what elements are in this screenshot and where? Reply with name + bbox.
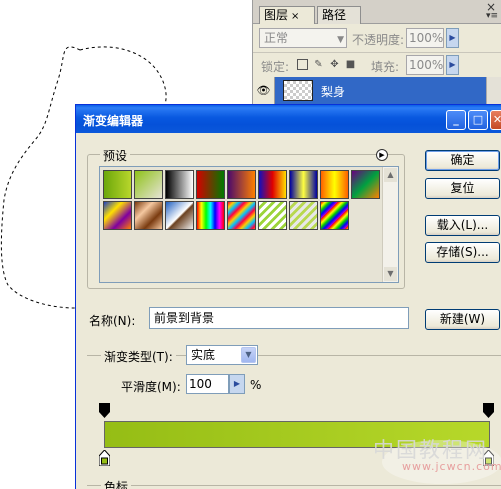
- layers-scrollbar[interactable]: [486, 77, 501, 104]
- blend-mode-value: 正常: [264, 31, 289, 45]
- preset-swatch-violet-orange[interactable]: [227, 170, 256, 199]
- gradient-type-select[interactable]: 实底 ▼: [186, 345, 258, 365]
- preset-swatch-chrome[interactable]: [165, 201, 194, 230]
- presets-swatch-list[interactable]: ▲ ▼: [99, 166, 399, 283]
- tab-paths[interactable]: 路径: [317, 6, 361, 24]
- lock-brush-icon[interactable]: ✎: [313, 59, 324, 70]
- watermark-url: www.jcwcn.com: [402, 460, 501, 473]
- fill-field[interactable]: 100%: [406, 55, 444, 75]
- fill-slider-arrow-icon[interactable]: ▶: [446, 55, 459, 75]
- scroll-down-icon[interactable]: ▼: [384, 267, 397, 281]
- lock-label: 锁定:: [261, 60, 290, 74]
- color-stop-left[interactable]: [99, 450, 110, 466]
- preset-swatch-transparent-rainbow[interactable]: [227, 201, 256, 230]
- chevron-down-icon[interactable]: ▼: [241, 347, 256, 363]
- opacity-label: 不透明度:: [352, 33, 405, 47]
- preset-swatch-spectrum[interactable]: [196, 201, 225, 230]
- preset-swatch-green-transparent[interactable]: [134, 170, 163, 199]
- preset-swatch-transparent-stripes[interactable]: [258, 201, 287, 230]
- preset-swatch-violet-green-orange[interactable]: [351, 170, 380, 199]
- preset-swatch-black-white[interactable]: [165, 170, 194, 199]
- preset-swatch-blue-yellow-blue[interactable]: [289, 170, 318, 199]
- lock-all-icon[interactable]: ■: [345, 59, 356, 70]
- lock-transparency-icon[interactable]: [297, 59, 308, 70]
- maximize-button[interactable]: □: [468, 110, 488, 130]
- preset-swatch-copper[interactable]: [134, 201, 163, 230]
- load-button[interactable]: 载入(L)...: [425, 215, 500, 236]
- preset-swatch-blue-red-yellow[interactable]: [258, 170, 287, 199]
- close-button[interactable]: ✕: [490, 110, 501, 130]
- preset-swatch-orange-yellow-orange[interactable]: [320, 170, 349, 199]
- tab-layers-label: 图层: [264, 8, 289, 22]
- chevron-down-icon: ▼: [337, 35, 344, 45]
- preset-swatch-red-green[interactable]: [196, 170, 225, 199]
- smoothness-field[interactable]: 100: [186, 374, 229, 394]
- save-button[interactable]: 存储(S)...: [425, 242, 500, 263]
- layers-panel-tabbar: 图层 × 路径 × ▾≡: [253, 0, 501, 24]
- opacity-field[interactable]: 100%: [406, 28, 444, 48]
- gradient-type-label: 渐变类型(T):: [101, 348, 176, 365]
- gradient-type-value: 实底: [191, 348, 216, 362]
- layer-row[interactable]: 👁 梨身: [253, 77, 501, 104]
- blend-mode-select[interactable]: 正常 ▼: [259, 28, 347, 48]
- preset-swatch-rainbow-stripes[interactable]: [320, 201, 349, 230]
- tab-layers[interactable]: 图层 ×: [259, 6, 315, 24]
- eye-icon[interactable]: 👁: [253, 77, 275, 104]
- reset-button[interactable]: 复位: [425, 178, 500, 199]
- opacity-stop-right[interactable]: [483, 403, 494, 418]
- presets-label: 预设: [100, 147, 131, 164]
- smoothness-label: 平滑度(M):: [121, 380, 181, 394]
- fill-label: 填充:: [371, 60, 400, 74]
- layers-panel: 图层 × 路径 × ▾≡ 正常 ▼ 不透明度: 100% ▶ 锁定: ✎ ✥ ■ 填…: [252, 0, 501, 104]
- color-stops-label: 色标: [101, 478, 132, 489]
- name-label: 名称(N):: [89, 314, 136, 328]
- new-button[interactable]: 新建(W): [425, 309, 500, 330]
- panel-menu-icon[interactable]: ▾≡: [486, 11, 498, 21]
- smoothness-arrow-icon[interactable]: ▶: [229, 374, 245, 394]
- presets-scrollbar[interactable]: ▲ ▼: [382, 167, 398, 282]
- preset-swatch-green-solid[interactable]: [103, 170, 132, 199]
- dialog-title: 渐变编辑器: [83, 114, 144, 128]
- layer-thumbnail: [283, 80, 313, 101]
- preset-swatch-yellow-violet-orange-blue[interactable]: [103, 201, 132, 230]
- opacity-slider-arrow-icon[interactable]: ▶: [446, 28, 459, 48]
- lock-move-icon[interactable]: ✥: [329, 59, 340, 70]
- dialog-titlebar[interactable]: 渐变编辑器 _ □ ✕: [76, 105, 501, 133]
- tab-close-icon[interactable]: ×: [291, 11, 299, 22]
- tab-paths-label: 路径: [322, 8, 347, 22]
- smoothness-unit: %: [250, 378, 262, 392]
- ok-button[interactable]: 确定: [425, 150, 500, 171]
- name-field[interactable]: 前景到背景: [149, 307, 409, 329]
- minimize-button[interactable]: _: [446, 110, 466, 130]
- layer-name: 梨身: [321, 85, 346, 99]
- scroll-up-icon[interactable]: ▲: [384, 168, 397, 182]
- presets-menu-icon[interactable]: ▶: [376, 149, 388, 161]
- opacity-stop-left[interactable]: [99, 403, 110, 418]
- preset-swatch-neutral-density[interactable]: [289, 201, 318, 230]
